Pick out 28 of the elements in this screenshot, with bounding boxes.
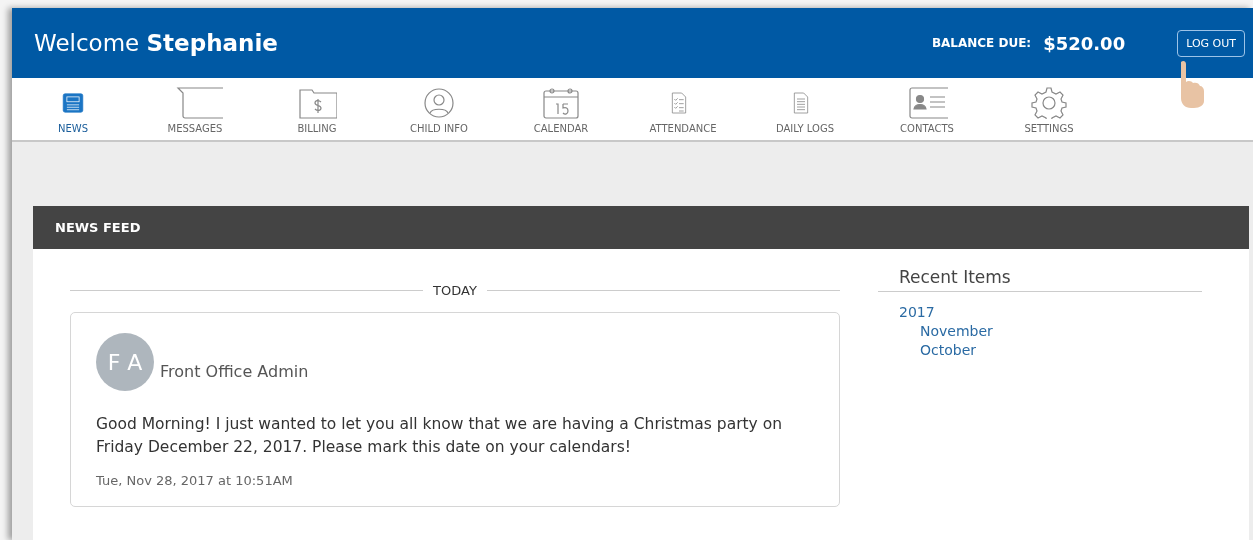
post-author: Front Office Admin xyxy=(160,362,309,381)
folder-dollar-icon xyxy=(297,87,337,119)
post-timestamp: Tue, Nov 28, 2017 at 10:51AM xyxy=(96,473,294,488)
nav-tab[interactable]: NEWS xyxy=(12,78,134,140)
logout-button[interactable]: LOG OUT xyxy=(1177,29,1245,57)
nav-tab[interactable]: DAILY LOGS xyxy=(744,78,866,140)
recent-items-title: Recent Items xyxy=(878,267,1202,292)
nav-tab[interactable]: CALENDAR xyxy=(500,78,622,140)
month-link[interactable]: November xyxy=(920,323,1202,339)
contact-card-icon xyxy=(906,87,948,119)
panel-title: NEWS FEED xyxy=(55,220,141,235)
balance-label: BALANCE DUE: xyxy=(931,36,1032,50)
nav-tab[interactable]: BILLING xyxy=(256,78,378,140)
date-divider-label: TODAY xyxy=(433,283,477,298)
avatar-initials: F A xyxy=(96,333,154,391)
nav-tab[interactable]: CHILD INFO xyxy=(378,78,500,140)
balance-amount: $520.00 xyxy=(1043,32,1126,54)
calendar-icon xyxy=(543,87,579,119)
month-link[interactable]: October xyxy=(920,342,1202,358)
nav-tab[interactable]: ATTENDANCE xyxy=(622,78,744,140)
welcome-title: Welcome Stephanie xyxy=(34,30,279,56)
person-circle-icon xyxy=(421,87,457,119)
nav-tab[interactable]: MESSAGES xyxy=(134,78,256,140)
post-body: Good Morning! I just wanted to let you all know that we are having a Christmas party on Friday December 22, 2017. Please mark this date on your calendars! xyxy=(96,414,783,458)
nav-tab[interactable]: SETTINGS xyxy=(988,78,1110,140)
gear-icon xyxy=(1031,87,1067,119)
nav-tab[interactable]: CONTACTS xyxy=(866,78,988,140)
year-link[interactable]: 2017 xyxy=(899,304,1202,320)
